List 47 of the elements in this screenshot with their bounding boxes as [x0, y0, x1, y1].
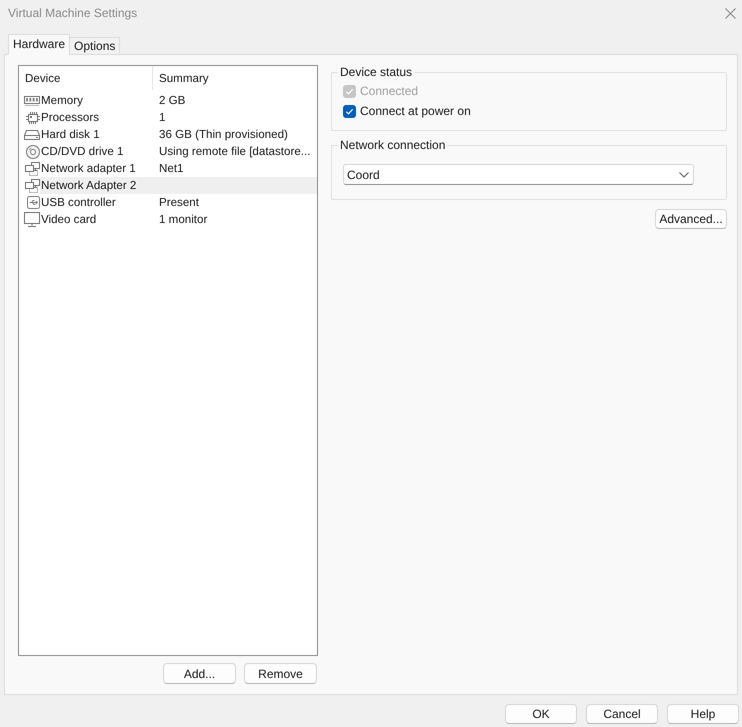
close-icon[interactable]: [725, 8, 736, 18]
network-dropdown[interactable]: Coord: [343, 164, 694, 185]
device-row[interactable]: Memory 2 GB: [19, 92, 317, 109]
device-row[interactable]: Hard disk 1 36 GB (Thin provisioned): [19, 126, 317, 143]
device-summary: 1: [158, 111, 166, 124]
disc-icon: [26, 144, 40, 158]
device-summary: Present: [158, 196, 200, 209]
device-row[interactable]: Processors 1: [19, 109, 317, 126]
usb-icon: [27, 196, 40, 209]
device-name: Processors: [40, 111, 100, 124]
device-name: Hard disk 1: [40, 128, 101, 141]
column-header[interactable]: Summary: [153, 66, 317, 90]
device-row[interactable]: Video card 1 monitor: [19, 211, 317, 228]
device-summary: 1 monitor: [158, 213, 208, 226]
device-summary: Net1: [158, 162, 184, 175]
help-button[interactable]: Help: [667, 704, 739, 724]
checkbox[interactable]: [343, 104, 356, 118]
ok-button[interactable]: OK: [505, 704, 577, 724]
advanced-button[interactable]: Advanced...: [655, 209, 727, 229]
device-row[interactable]: USB controller Present: [19, 194, 317, 211]
monitor-icon: [24, 212, 40, 227]
device-name: Network adapter 1: [40, 162, 137, 175]
device-summary: 2 GB: [158, 94, 186, 107]
device-name: Network Adapter 2: [40, 179, 138, 192]
tab[interactable]: Hardware: [8, 34, 70, 55]
device-name: CD/DVD drive 1: [40, 145, 124, 158]
device-summary: 36 GB (Thin provisioned): [158, 128, 289, 141]
network-icon: [25, 162, 40, 176]
device-row[interactable]: CD/DVD drive 1 Using remote file [datastore...: [19, 143, 317, 160]
device-name: Memory: [40, 94, 84, 107]
remove-button[interactable]: Remove: [244, 663, 317, 684]
window-title: Virtual Machine Settings: [8, 6, 138, 20]
chevron-down-icon: [679, 172, 689, 178]
cancel-button[interactable]: Cancel: [586, 704, 658, 724]
device-name: Video card: [40, 213, 98, 226]
memory-icon: [24, 96, 40, 106]
device-row[interactable]: Network adapter 1 Net1: [19, 160, 317, 177]
group-title: Network connection: [339, 138, 446, 152]
device-summary: Using remote file [datastore...: [158, 145, 312, 158]
tab[interactable]: Options: [69, 37, 120, 55]
add-button[interactable]: Add...: [163, 663, 236, 684]
group-title: Device status: [339, 65, 414, 79]
network-icon: [25, 178, 40, 192]
column-header[interactable]: Device: [19, 66, 153, 90]
checkbox-label[interactable]: Connect at power on: [360, 104, 471, 118]
device-name: USB controller: [40, 196, 117, 209]
chip-icon: [26, 112, 40, 124]
